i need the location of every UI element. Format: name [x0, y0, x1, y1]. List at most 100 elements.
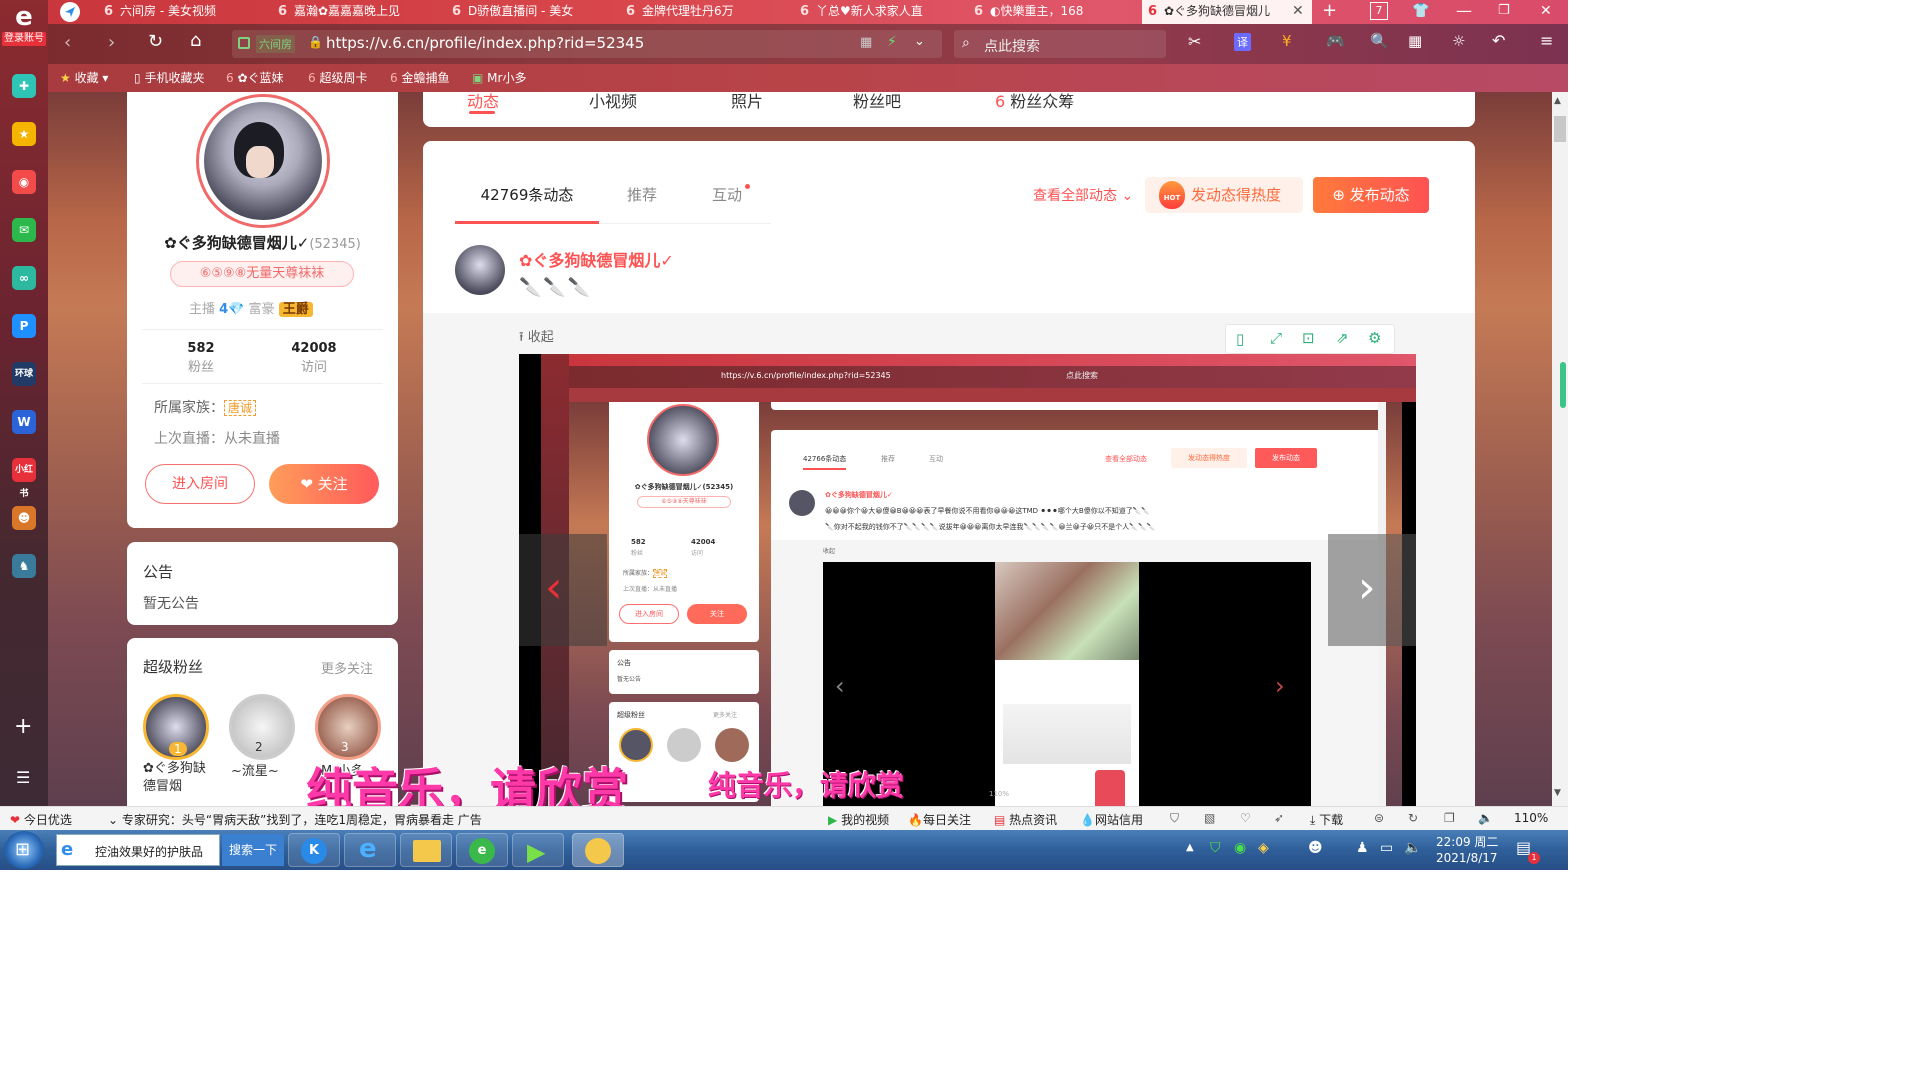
tab-interact[interactable]: 互动 — [685, 170, 769, 224]
news-headline[interactable]: ⌄ 专家研究：头号“胃病天敌”找到了，连吃1周稳定，胃病暴看走 广告 — [108, 811, 482, 828]
grid-icon[interactable]: ▦ — [1408, 32, 1422, 50]
refresh-icon[interactable]: ↻ — [1408, 811, 1418, 825]
tab-6[interactable]: 6 ◐快樂重主，168 — [968, 0, 1140, 24]
today-pick[interactable]: ❤ 今日优选 — [10, 811, 72, 828]
volume-icon[interactable]: 🔈 — [1478, 811, 1493, 825]
bookmark-weekly[interactable]: 6 超级周卡 — [308, 69, 367, 86]
tab-2[interactable]: 6 嘉瀚✿嘉嘉嘉晚上见 — [272, 0, 444, 24]
bookmark-favorites[interactable]: ★ 收藏 ▾ — [60, 69, 108, 86]
tab-count[interactable]: 7 — [1370, 2, 1388, 20]
taskbar-k-app[interactable]: K — [288, 833, 340, 867]
avatar[interactable] — [196, 94, 330, 228]
taskbar-browser[interactable]: e — [456, 833, 508, 867]
translate-button[interactable]: 译 — [1234, 33, 1251, 51]
post-image[interactable]: https://v.6.cn/profile/index.php?rid=523… — [519, 354, 1416, 806]
sidebar-game1-icon[interactable]: ☻ — [12, 506, 36, 530]
news-my-videos[interactable]: ▶ 我的视频 — [828, 811, 889, 828]
side-handle[interactable] — [1560, 362, 1566, 408]
nav-dynamic[interactable]: 动态 — [467, 92, 499, 112]
restore-icon[interactable]: ❐ — [1498, 0, 1510, 22]
more-fans-link[interactable]: 更多关注 — [321, 658, 373, 677]
taskbar-search-button[interactable]: 搜索一下 — [222, 834, 284, 866]
expand-icon[interactable]: ⤢ — [1270, 329, 1282, 347]
tray-user-icon[interactable]: ☻ — [1308, 840, 1323, 856]
lightning-icon[interactable]: ⚡ — [887, 34, 897, 50]
fans-stat[interactable]: 582 粉丝 — [171, 341, 231, 375]
forward-icon[interactable]: › — [108, 32, 115, 53]
tab-3[interactable]: 6 D骄傲直播间 - 美女 — [446, 0, 618, 24]
url-field[interactable]: 六间房 🔒 https://v.6.cn/profile/index.php?r… — [232, 30, 942, 58]
collapse-link[interactable]: ⭱ 收起 — [519, 326, 554, 350]
tray-app-icon[interactable]: ◈ — [1258, 840, 1269, 856]
image-icon[interactable]: ▧ — [1204, 811, 1215, 825]
bookmark-fish[interactable]: 6 金蟾捕鱼 — [390, 69, 449, 86]
hot-post-button[interactable]: HOT 发动态得热度 — [1145, 177, 1303, 213]
sidebar-mail-icon[interactable]: ✉ — [12, 218, 36, 242]
heart-outline-icon[interactable]: ♡ — [1240, 811, 1251, 825]
tray-expand-icon[interactable]: ▲ — [1186, 842, 1194, 853]
scissors-icon[interactable]: ✂ — [1188, 32, 1201, 51]
tray-volume-icon[interactable]: 🔈 — [1404, 840, 1421, 856]
login-badge[interactable]: 登录账号 — [2, 32, 46, 46]
skin-icon[interactable]: 👕 — [1412, 0, 1429, 22]
family-tag[interactable]: 唐诚 — [224, 400, 257, 416]
news-daily[interactable]: 🔥每日关注 — [908, 811, 971, 828]
tab-1[interactable]: 6 六间房 - 美女视频 — [98, 0, 270, 24]
close-tab-icon[interactable]: ✕ — [1292, 0, 1304, 22]
bookmark-mrxiaoduo[interactable]: ▣ Mr小多 — [472, 69, 526, 86]
sidebar-add-icon[interactable]: + — [14, 714, 32, 739]
taskbar-search-input[interactable]: e 控油效果好的护肤品 — [56, 834, 220, 866]
zoom-level[interactable]: 110% — [1514, 811, 1548, 825]
sidebar-star-icon[interactable]: ★ — [12, 122, 36, 146]
sidebar-cloud-icon[interactable]: ∞ — [12, 266, 36, 290]
scroll-down-icon[interactable]: ▼ — [1554, 788, 1561, 798]
coin-icon[interactable]: ¥ — [1282, 32, 1292, 50]
refresh-icon[interactable]: ↻ — [148, 31, 163, 52]
start-button[interactable]: ⊞ — [4, 831, 44, 869]
search-input[interactable]: ⌕ 点此搜索 — [954, 30, 1166, 58]
chevron-down-icon[interactable]: ⌄ — [914, 34, 925, 49]
nav-fanbar[interactable]: 粉丝吧 — [853, 92, 901, 112]
back-icon[interactable]: ‹ — [64, 32, 71, 53]
sidebar-list-icon[interactable]: ☰ — [16, 768, 30, 787]
tray-qq-icon[interactable]: ♟ — [1356, 840, 1369, 856]
enter-room-button[interactable]: 进入房间 — [145, 464, 255, 504]
taskbar-ie[interactable]: e — [344, 833, 396, 867]
window-icon[interactable]: ❐ — [1444, 811, 1455, 825]
visits-stat[interactable]: 42008 访问 — [279, 341, 349, 375]
nav-photos[interactable]: 照片 — [731, 92, 763, 112]
minimize-icon[interactable]: — — [1456, 0, 1472, 22]
tray-network-icon[interactable]: ▭ — [1380, 840, 1393, 856]
bookmark-lanmei[interactable]: 6 ✿ぐ蓝妹 — [226, 69, 284, 86]
news-credit[interactable]: 💧网站信用 — [1080, 811, 1143, 828]
sidebar-plus-app-icon[interactable]: ✚ — [12, 74, 36, 98]
sidebar-weibo-icon[interactable]: ◉ — [12, 170, 36, 194]
tray-shield-icon[interactable]: ⛉ — [1210, 840, 1221, 856]
scroll-up-icon[interactable]: ▲ — [1554, 96, 1561, 106]
view-all-link[interactable]: 查看全部动态 ⌄ — [1033, 185, 1133, 205]
download-button[interactable]: ⤓ 下载 — [1310, 811, 1343, 828]
tab-4[interactable]: 6 金牌代理牡丹6万 — [620, 0, 792, 24]
image-next-button[interactable]: › — [1328, 534, 1416, 646]
nav-crowdfund[interactable]: 6 粉丝众筹 — [995, 92, 1074, 112]
sidebar-news-icon[interactable]: 环球 — [12, 362, 36, 386]
tab-active[interactable]: 6 ✿ぐ多狗缺德冒烟儿 ✕ — [1142, 0, 1312, 24]
tab-5[interactable]: 6 丫总♥新人求家人直 — [794, 0, 966, 24]
menu-icon[interactable]: ≡ — [1540, 31, 1553, 50]
publish-button[interactable]: ⊕ 发布动态 — [1313, 177, 1429, 213]
qr-icon[interactable]: ▦ — [860, 35, 872, 50]
sidebar-p-icon[interactable]: P — [12, 314, 36, 338]
taskbar-active-app[interactable] — [572, 833, 624, 867]
follow-button[interactable]: ❤ 关注 — [269, 464, 379, 504]
post-author[interactable]: ✿ぐ多狗缺德冒烟儿✓ — [519, 247, 674, 271]
speed-icon[interactable]: ⊜ — [1374, 811, 1384, 825]
news-hot[interactable]: ▤ 热点资讯 — [994, 811, 1057, 828]
settings-icon[interactable]: ⚙ — [1368, 329, 1381, 347]
rocket-icon[interactable]: ➶ — [1274, 811, 1284, 825]
sidebar-word-icon[interactable]: W — [12, 410, 36, 434]
brightness-icon[interactable]: ☼ — [1452, 32, 1465, 50]
new-tab-icon[interactable]: + — [1322, 0, 1337, 22]
bookmark-mobile[interactable]: ▯ 手机收藏夹 — [134, 69, 204, 86]
taskbar-player[interactable]: ▶ — [512, 833, 564, 867]
tab-recommend[interactable]: 推荐 — [601, 170, 683, 224]
